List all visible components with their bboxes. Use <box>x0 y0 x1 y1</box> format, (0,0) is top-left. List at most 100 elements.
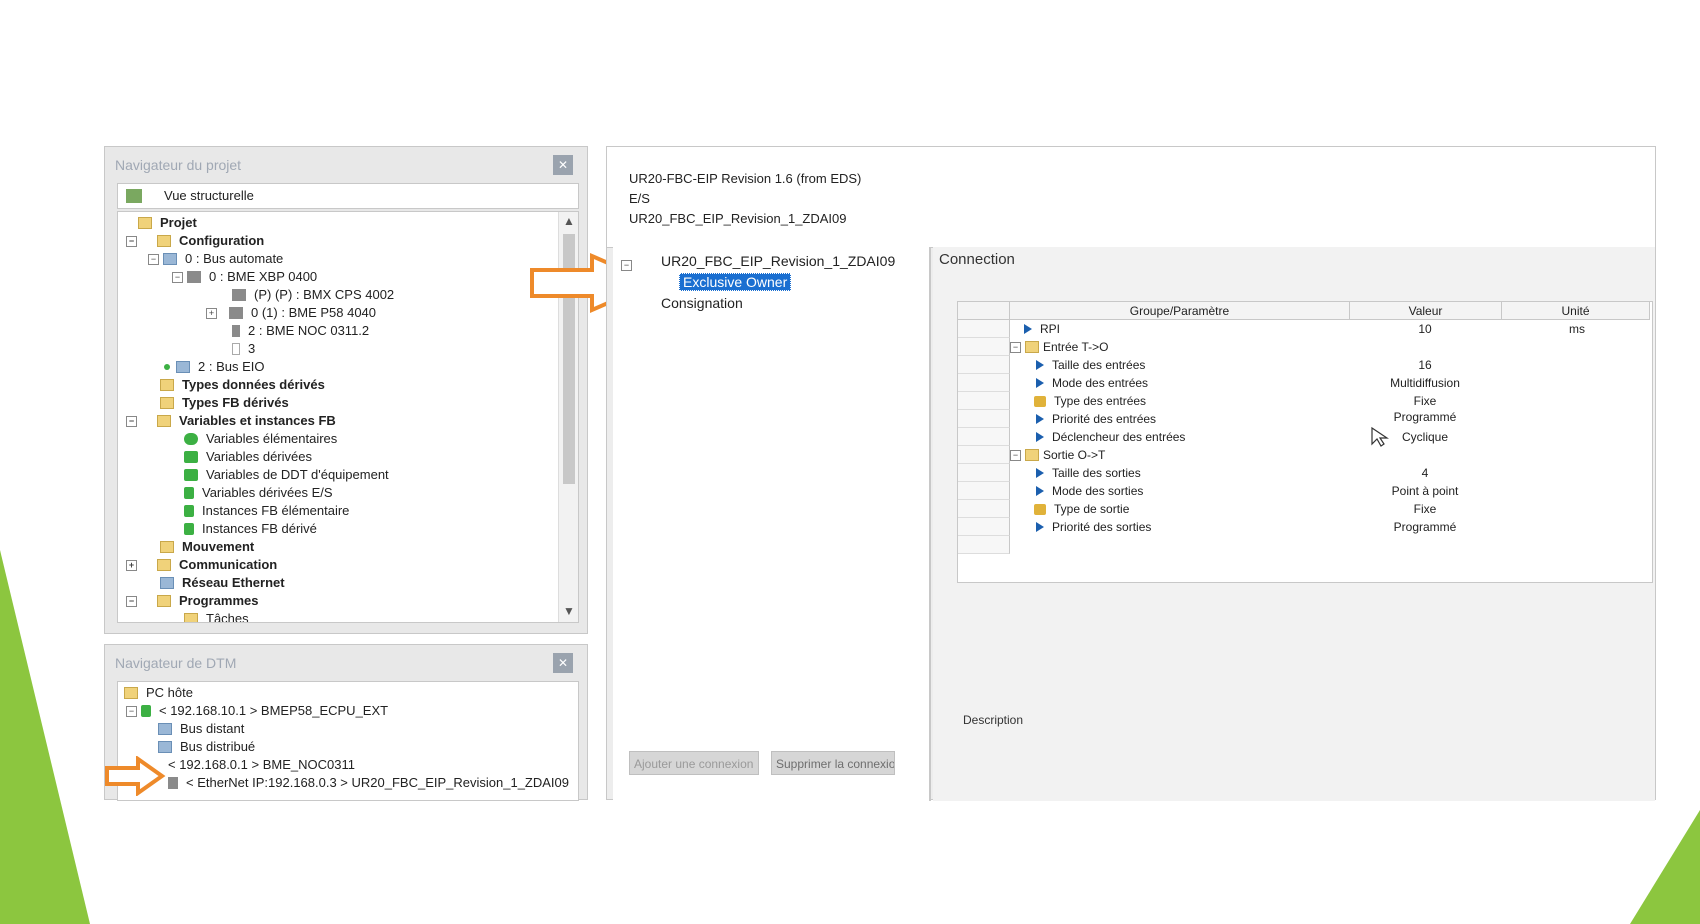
tree-item-types-fb[interactable]: Types FB dérivés <box>160 394 289 412</box>
param-row-type-sortie[interactable]: Type de sortie <box>1034 500 1129 518</box>
dtm-item-bmep58[interactable]: − < 192.168.10.1 > BMEP58_ECPU_EXT <box>126 702 388 720</box>
connection-root[interactable]: UR20_FBC_EIP_Revision_1_ZDAI09 <box>661 253 895 269</box>
tree-item-taches[interactable]: Tâches <box>184 610 249 622</box>
folder-icon <box>160 397 174 409</box>
tree-item-bme-p58[interactable]: +0 (1) : BME P58 4040 <box>206 304 376 322</box>
folder-icon <box>157 415 171 427</box>
scroll-up-icon[interactable]: ▲ <box>563 214 575 228</box>
close-icon[interactable]: ✕ <box>553 653 573 673</box>
dtm-item-bus-distribue[interactable]: Bus distribué <box>158 738 255 756</box>
value-rpi[interactable]: 10 <box>1350 322 1500 336</box>
view-selector[interactable]: Vue structurelle <box>117 183 579 209</box>
dtm-item-bus-distant[interactable]: Bus distant <box>158 720 244 738</box>
decorative-green-shape-right <box>1630 810 1700 924</box>
tree-item-bus-automate[interactable]: −0 : Bus automate <box>148 250 283 268</box>
project-tree: Projet − Configuration −0 : Bus automate … <box>117 211 579 623</box>
parameter-arrow-icon <box>1036 360 1044 370</box>
param-row-mode-entrees[interactable]: Mode des entrées <box>1036 374 1148 392</box>
variable-icon <box>184 433 198 445</box>
scroll-down-icon[interactable]: ▼ <box>563 604 575 618</box>
value-priorite-sorties[interactable]: Programmé <box>1350 520 1500 534</box>
unit-rpi: ms <box>1569 322 1585 336</box>
group-row-entree[interactable]: − Entrée T->O <box>1010 338 1108 356</box>
add-connection-button[interactable]: Ajouter une connexion <box>629 751 759 775</box>
tab-connection[interactable]: Connection <box>939 251 1015 268</box>
module-icon <box>232 325 240 337</box>
fb-instance-icon <box>184 505 194 517</box>
param-row-priorite-sorties[interactable]: Priorité des sorties <box>1036 518 1151 536</box>
collapse-icon[interactable]: − <box>621 260 632 271</box>
tree-item-bme-xbp[interactable]: −0 : BME XBP 0400 <box>172 268 317 286</box>
connection-exclusive-owner[interactable]: Exclusive Owner <box>679 273 792 291</box>
tree-item-programmes[interactable]: − Programmes <box>126 592 258 610</box>
variable-icon <box>184 451 198 463</box>
close-icon[interactable]: ✕ <box>553 155 573 175</box>
dtm-item-ur20[interactable]: < EtherNet IP:192.168.0.3 > UR20_FBC_EIP… <box>168 774 569 792</box>
dtm-item-pc-hote[interactable]: PC hôte <box>124 684 193 702</box>
collapse-icon[interactable]: − <box>126 235 137 247</box>
tree-item-bus-eio[interactable]: 2 : Bus EIO <box>164 358 264 376</box>
connection-tab-area: Connection Groupe/Paramètre Valeur Unité… <box>933 247 1655 801</box>
tree-item-var-derivees-es[interactable]: Variables dérivées E/S <box>184 484 333 502</box>
tree-item-slot-3[interactable]: 3 <box>232 340 255 358</box>
param-row-mode-sorties[interactable]: Mode des sorties <box>1036 482 1143 500</box>
value-priorite-entrees[interactable]: Programmé <box>1350 410 1500 424</box>
connection-consignation[interactable]: Consignation <box>661 295 743 311</box>
value-mode-sorties[interactable]: Point à point <box>1350 484 1500 498</box>
dtm-tree: PC hôte − < 192.168.10.1 > BMEP58_ECPU_EX… <box>117 681 579 801</box>
project-navigator-panel: Navigateur du projet ✕ Vue structurelle … <box>104 146 588 634</box>
param-row-type-entrees[interactable]: Type des entrées <box>1034 392 1146 410</box>
collapse-icon[interactable]: − <box>1010 341 1021 353</box>
tree-item-var-elementaires[interactable]: Variables élémentaires <box>184 430 337 448</box>
tree-item-var-derivees[interactable]: Variables dérivées <box>184 448 312 466</box>
param-row-priorite-entrees[interactable]: Priorité des entrées <box>1036 410 1156 428</box>
dtm-item-bme-noc[interactable]: < 192.168.0.1 > BME_NOC0311 <box>168 756 355 774</box>
param-row-taille-entrees[interactable]: Taille des entrées <box>1036 356 1145 374</box>
folder-icon <box>157 595 171 607</box>
param-column-header[interactable]: Groupe/Paramètre <box>1010 302 1350 320</box>
param-row-rpi[interactable]: RPI <box>1024 320 1060 338</box>
tree-item-var-ddt[interactable]: Variables de DDT d'équipement <box>184 466 389 484</box>
tree-item-configuration[interactable]: − Configuration <box>126 232 264 250</box>
row-header <box>958 338 1010 356</box>
value-column-header[interactable]: Valeur <box>1350 302 1502 320</box>
param-row-taille-sorties[interactable]: Taille des sorties <box>1036 464 1141 482</box>
row-header <box>958 428 1010 446</box>
expand-icon[interactable]: + <box>126 559 137 571</box>
device-config-panel: UR20-FBC-EIP Revision 1.6 (from EDS) E/S… <box>606 146 1656 801</box>
unit-column-header[interactable]: Unité <box>1502 302 1650 320</box>
tree-item-projet[interactable]: Projet <box>138 214 197 232</box>
collapse-icon[interactable]: − <box>126 595 137 607</box>
row-header <box>958 446 1010 464</box>
tree-item-mouvement[interactable]: Mouvement <box>160 538 254 556</box>
group-row-sortie[interactable]: − Sortie O->T <box>1010 446 1105 464</box>
collapse-icon[interactable]: − <box>126 415 137 427</box>
value-taille-entrees[interactable]: 16 <box>1350 358 1500 372</box>
collapse-icon[interactable]: − <box>172 271 183 283</box>
network-icon <box>160 577 174 589</box>
expand-icon[interactable]: + <box>206 307 217 319</box>
tree-item-variables[interactable]: − Variables et instances FB <box>126 412 336 430</box>
row-header <box>958 320 1010 338</box>
tree-item-reseau-ethernet[interactable]: Réseau Ethernet <box>160 574 285 592</box>
tree-item-bmx-cps[interactable]: (P) (P) : BMX CPS 4002 <box>232 286 394 304</box>
param-row-declencheur-entrees[interactable]: Déclencheur des entrées <box>1036 428 1185 446</box>
tree-item-fb-derive[interactable]: Instances FB dérivé <box>184 520 317 538</box>
parameter-arrow-icon <box>1036 486 1044 496</box>
device-icon <box>168 777 178 789</box>
value-mode-entrees[interactable]: Multidiffusion <box>1350 376 1500 390</box>
tree-item-bme-noc[interactable]: 2 : BME NOC 0311.2 <box>232 322 369 340</box>
collapse-icon[interactable]: − <box>126 705 137 717</box>
tree-item-fb-elementaire[interactable]: Instances FB élémentaire <box>184 502 349 520</box>
tree-item-types-donnees[interactable]: Types données dérivés <box>160 376 325 394</box>
collapse-icon[interactable]: − <box>148 253 159 265</box>
description-label: Description <box>963 713 1024 727</box>
structure-view-icon <box>126 189 142 203</box>
value-taille-sorties[interactable]: 4 <box>1350 466 1500 480</box>
parameter-arrow-icon <box>1036 468 1044 478</box>
tree-item-communication[interactable]: + Communication <box>126 556 277 574</box>
device-id: UR20_FBC_EIP_Revision_1_ZDAI09 <box>629 211 847 226</box>
remove-connection-button[interactable]: Supprimer la connexion <box>771 751 895 775</box>
collapse-icon[interactable]: − <box>1010 449 1021 461</box>
bus-icon <box>158 741 172 753</box>
